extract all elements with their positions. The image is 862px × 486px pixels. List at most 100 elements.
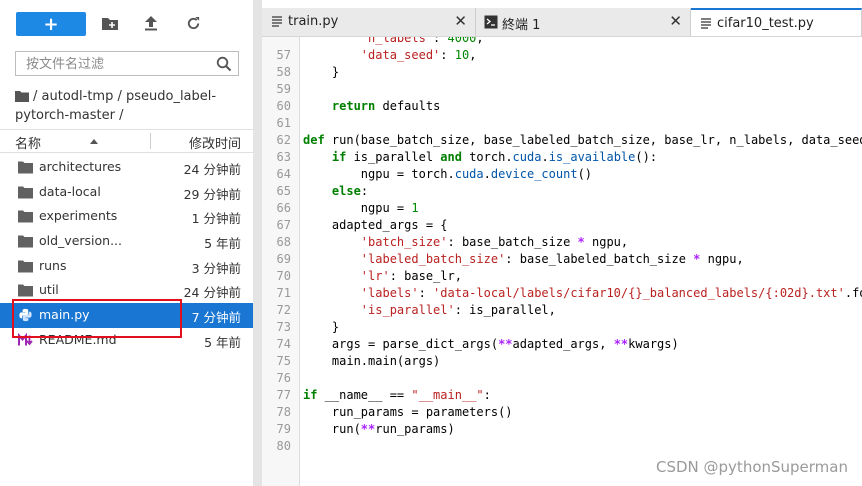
code-line[interactable]: 62 def run(base_batch_size, base_labeled_… xyxy=(262,132,862,149)
code-line[interactable]: 67 adapted_args = { xyxy=(262,217,862,234)
code-line[interactable]: 60 return defaults xyxy=(262,98,862,115)
tab-bar: train.py ✕ 終端 1 ✕ cifar10_test.py xyxy=(262,8,862,37)
upload-icon[interactable] xyxy=(142,14,160,32)
file-modified: 29 分钟前 xyxy=(183,186,241,202)
code-line[interactable]: 64 ngpu = torch.cuda.device_count() xyxy=(262,166,862,183)
code-line[interactable]: 69 'labeled_batch_size': base_labeled_ba… xyxy=(262,251,862,268)
code-line[interactable]: 'n_labels': 4000, xyxy=(262,37,862,47)
line-number: 78 xyxy=(276,405,291,419)
code-line[interactable]: 70 'lr': base_lr, xyxy=(262,268,862,285)
file-modified: 3 分钟前 xyxy=(191,260,241,276)
refresh-icon[interactable] xyxy=(184,14,202,32)
code-text: args = parse_dict_args(**adapted_args, *… xyxy=(303,337,679,351)
line-number: 75 xyxy=(276,354,291,368)
file-filter-input[interactable] xyxy=(24,52,218,77)
panel-splitter[interactable] xyxy=(253,0,262,486)
line-number: 58 xyxy=(276,65,291,79)
code-line[interactable]: 58 } xyxy=(262,64,862,81)
line-number: 76 xyxy=(276,371,291,385)
line-number: 72 xyxy=(276,303,291,317)
sort-ascending-icon[interactable] xyxy=(90,139,98,144)
code-line[interactable]: 73 } xyxy=(262,319,862,336)
line-number: 68 xyxy=(276,235,291,249)
code-text: 'data_seed': 10, xyxy=(360,48,477,62)
breadcrumb[interactable]: / autodl-tmp / pseudo_label-pytorch-mast… xyxy=(15,87,235,125)
breadcrumb-path[interactable]: / autodl-tmp / pseudo_label-pytorch-mast… xyxy=(15,89,216,123)
line-number: 77 xyxy=(276,388,291,402)
code-text: ngpu = 1 xyxy=(303,201,419,215)
file-name: runs xyxy=(39,257,67,273)
tab-cifar10-test-py[interactable]: cifar10_test.py xyxy=(691,8,862,36)
code-line[interactable]: 57 'data_seed': 10, xyxy=(262,47,862,64)
annotation-highlight-box xyxy=(12,299,182,338)
new-launcher-button[interactable]: + xyxy=(16,12,86,36)
tab-terminal-1[interactable]: 終端 1 ✕ xyxy=(476,8,691,36)
list-item[interactable]: runs 3 分钟前 xyxy=(0,254,253,279)
code-line[interactable]: 66 ngpu = 1 xyxy=(262,200,862,217)
code-text: main.main(args) xyxy=(303,354,441,368)
folder-icon xyxy=(18,161,33,174)
file-modified: 5 年前 xyxy=(204,334,241,350)
file-browser-toolbar: + xyxy=(0,0,253,48)
line-number: 61 xyxy=(276,116,291,130)
code-editor[interactable]: 'n_labels': 4000, 57 'data_seed': 10, 58 }… xyxy=(262,37,862,486)
code-text: def run(base_batch_size, base_labeled_ba… xyxy=(303,133,862,147)
code-line[interactable]: 59 xyxy=(262,81,862,98)
line-number: 62 xyxy=(276,133,291,147)
file-filter xyxy=(15,51,239,77)
tab-label: 終端 1 xyxy=(502,18,541,33)
code-text: 'lr': base_lr, xyxy=(360,269,462,283)
new-folder-icon[interactable] xyxy=(101,14,119,32)
folder-icon[interactable] xyxy=(15,90,29,102)
tab-label: cifar10_test.py xyxy=(717,16,814,31)
code-line[interactable]: 72 'is_parallel': is_parallel, xyxy=(262,302,862,319)
text-file-icon xyxy=(272,16,282,27)
code-line[interactable]: 75 main.main(args) xyxy=(262,353,862,370)
terminal-icon xyxy=(484,15,498,29)
line-number: 79 xyxy=(276,422,291,436)
watermark: CSDN @pythonSuperman xyxy=(656,458,848,476)
file-modified: 7 分钟前 xyxy=(191,310,241,326)
code-text: 'batch_size': base_batch_size * ngpu, xyxy=(360,235,629,249)
line-number: 80 xyxy=(276,439,291,453)
code-line[interactable]: 77 if __name__ == "__main__": xyxy=(262,387,862,404)
code-line[interactable]: 78 run_params = parameters() xyxy=(262,404,862,421)
line-number: 64 xyxy=(276,167,291,181)
code-line[interactable]: 65 else: xyxy=(262,183,862,200)
tab-train-py[interactable]: train.py ✕ xyxy=(262,8,476,36)
code-text: if is_parallel and torch.cuda.is_availab… xyxy=(331,150,658,164)
code-text: adapted_args = { xyxy=(303,218,448,232)
folder-icon xyxy=(18,284,33,297)
close-icon[interactable]: ✕ xyxy=(669,12,682,30)
code-text: } xyxy=(303,320,340,334)
code-line[interactable]: 76 xyxy=(262,370,862,387)
line-number: 70 xyxy=(276,269,291,283)
list-item[interactable]: experiments 1 分钟前 xyxy=(0,204,253,229)
close-icon[interactable]: ✕ xyxy=(454,12,467,30)
code-line[interactable]: 74 args = parse_dict_args(**adapted_args… xyxy=(262,336,862,353)
folder-icon xyxy=(18,210,33,223)
code-line[interactable]: 68 'batch_size': base_batch_size * ngpu, xyxy=(262,234,862,251)
file-name: experiments xyxy=(39,208,118,224)
code-line[interactable]: 71 'labels': 'data-local/labels/cifar10/… xyxy=(262,285,862,302)
file-name: data-local xyxy=(39,183,101,199)
list-item[interactable]: data-local 29 分钟前 xyxy=(0,180,253,205)
code-text: ngpu = torch.cuda.device_count() xyxy=(303,167,593,181)
code-line[interactable]: 61 xyxy=(262,115,862,132)
line-number: 57 xyxy=(276,48,291,62)
file-name: architectures xyxy=(39,159,122,174)
code-line[interactable]: 80 xyxy=(262,438,862,455)
column-name-header[interactable]: 名称 xyxy=(15,133,41,152)
line-number: 67 xyxy=(276,218,291,232)
editor-panel: train.py ✕ 終端 1 ✕ cifar10_test.py 'n_lab… xyxy=(262,0,862,486)
file-browser: + / autodl-tmp / pseudo_label-pytorch-ma… xyxy=(0,0,253,486)
code-text: run_params = parameters() xyxy=(303,405,513,419)
code-line[interactable]: 79 run(**run_params) xyxy=(262,421,862,438)
list-item[interactable]: old_version... 5 年前 xyxy=(0,229,253,254)
file-modified: 5 年前 xyxy=(204,236,241,252)
file-name: old_version... xyxy=(39,233,123,249)
list-item[interactable]: architectures 24 分钟前 xyxy=(0,155,253,180)
code-text: if __name__ == "__main__": xyxy=(303,388,491,402)
column-modified-header[interactable]: 修改时间 xyxy=(189,133,241,152)
code-line[interactable]: 63 if is_parallel and torch.cuda.is_avai… xyxy=(262,149,862,166)
